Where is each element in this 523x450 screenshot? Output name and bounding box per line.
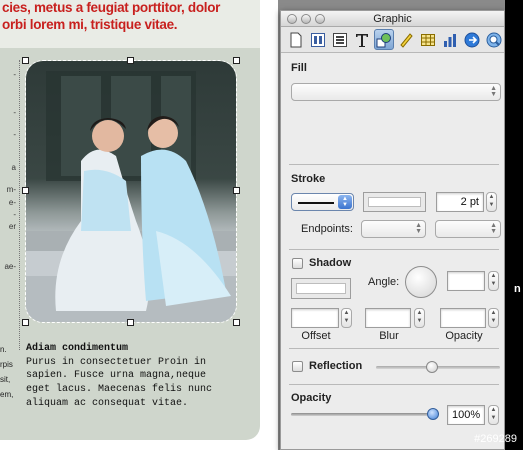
resize-handle-top[interactable] bbox=[127, 57, 134, 64]
reflection-slider-track[interactable] bbox=[376, 366, 500, 369]
separator bbox=[289, 164, 499, 165]
resize-handle-bottom-right[interactable] bbox=[233, 319, 240, 326]
left-column-text: em, bbox=[0, 390, 14, 399]
heading-line-2: orbi lorem mi, tristique vitae. bbox=[2, 17, 178, 32]
edge-text: - bbox=[13, 70, 16, 79]
opacity-stepper[interactable]: ▲ ▼ bbox=[488, 405, 499, 425]
background-text: n bbox=[514, 283, 521, 295]
title-bar[interactable]: Graphic bbox=[281, 11, 504, 27]
shadow-checkbox[interactable] bbox=[292, 258, 303, 269]
chart-icon[interactable] bbox=[440, 29, 460, 50]
shadow-opacity-label: Opacity bbox=[445, 330, 483, 342]
quicktime-icon[interactable] bbox=[484, 29, 504, 50]
resize-handle-top-left[interactable] bbox=[22, 57, 29, 64]
graphic-icon[interactable] bbox=[374, 29, 394, 50]
caption-line: sapien. Fusce urna magna,neque bbox=[26, 370, 207, 381]
edge-text: - bbox=[13, 130, 16, 139]
metrics-icon[interactable] bbox=[396, 29, 416, 50]
document-page: cies, metus a feugiat porttitor, dolor o… bbox=[0, 0, 260, 440]
stroke-width-stepper[interactable]: ▲ ▼ bbox=[486, 192, 497, 212]
edge-text: er bbox=[8, 222, 16, 231]
color-swatch bbox=[296, 283, 346, 294]
photo-image bbox=[26, 61, 236, 322]
selected-photo[interactable] bbox=[25, 60, 237, 323]
opacity-slider-track[interactable] bbox=[291, 413, 439, 416]
separator bbox=[289, 348, 499, 349]
left-column-text: rpis bbox=[0, 360, 13, 369]
edge-text: e- bbox=[8, 198, 16, 207]
popup-arrows-icon: ▲ ▼ bbox=[415, 222, 422, 235]
blur-stepper[interactable]: ▲ ▼ bbox=[414, 308, 425, 328]
inspector-toolbar bbox=[281, 27, 504, 53]
end-endpoint-popup[interactable]: ▲ ▼ bbox=[435, 220, 501, 238]
opacity-field[interactable]: 100% bbox=[447, 405, 485, 425]
resize-handle-right[interactable] bbox=[233, 187, 240, 194]
offset-label: Offset bbox=[301, 330, 331, 342]
edge-text: ae- bbox=[4, 262, 16, 271]
color-swatch bbox=[368, 197, 421, 207]
reflection-label: Reflection bbox=[309, 360, 363, 372]
watermark: #269289 bbox=[474, 433, 517, 445]
shadow-label: Shadow bbox=[309, 257, 352, 269]
endpoints-label: Endpoints: bbox=[301, 223, 353, 235]
shadow-color-well[interactable] bbox=[291, 278, 351, 299]
left-column-text: n. bbox=[0, 345, 7, 354]
window-background bbox=[505, 0, 523, 450]
stroke-label: Stroke bbox=[291, 173, 326, 185]
caption-title: Adiam condimentum bbox=[26, 343, 129, 354]
popup-arrows-icon: ▲ ▼ bbox=[490, 85, 497, 98]
stroke-width-field[interactable]: 2 pt bbox=[436, 192, 484, 212]
stroke-line-preview bbox=[298, 202, 334, 204]
edge-text: a bbox=[11, 163, 16, 172]
separator bbox=[289, 384, 499, 385]
fill-label: Fill bbox=[291, 62, 307, 74]
hyperlink-icon[interactable] bbox=[462, 29, 482, 50]
popup-arrows-icon: ▲ ▼ bbox=[490, 222, 497, 235]
angle-label: Angle: bbox=[368, 276, 400, 288]
heading-line-1: cies, metus a feugiat porttitor, dolor bbox=[2, 0, 221, 15]
document-icon[interactable] bbox=[286, 29, 306, 50]
blur-field[interactable] bbox=[365, 308, 411, 328]
opacity-slider-knob[interactable] bbox=[427, 408, 439, 420]
resize-handle-bottom[interactable] bbox=[127, 319, 134, 326]
caption-line: aliquam ac consequat vitae. bbox=[26, 398, 189, 409]
popup-arrows-icon: ▲ ▼ bbox=[338, 195, 352, 209]
caption-line: eget lacus. Maecenas felis nunc bbox=[26, 384, 213, 395]
graphic-inspector[interactable]: Graphic Fill ▲ ▼ Stroke ▲ ▼ 2 pt ▲ ▼ End… bbox=[280, 10, 505, 450]
resize-handle-top-right[interactable] bbox=[233, 57, 240, 64]
left-column-text: sit, bbox=[0, 375, 11, 384]
start-endpoint-popup[interactable]: ▲ ▼ bbox=[361, 220, 426, 238]
window-title: Graphic bbox=[373, 13, 412, 25]
stroke-color-well[interactable] bbox=[363, 192, 426, 212]
opacity-label: Opacity bbox=[291, 392, 332, 404]
resize-handle-left[interactable] bbox=[22, 187, 29, 194]
shadow-opacity-stepper[interactable]: ▲ ▼ bbox=[488, 308, 499, 328]
angle-wheel[interactable] bbox=[405, 266, 437, 298]
layout-icon[interactable] bbox=[308, 29, 328, 50]
wrap-icon[interactable] bbox=[330, 29, 350, 50]
shadow-opacity-field[interactable] bbox=[440, 308, 486, 328]
fill-type-popup[interactable]: ▲ ▼ bbox=[291, 83, 501, 101]
caption-line: Purus in consectetuer Proin in bbox=[26, 357, 207, 368]
edge-text: - bbox=[13, 210, 16, 219]
reflection-checkbox[interactable] bbox=[292, 361, 303, 372]
document-canvas[interactable]: cies, metus a feugiat porttitor, dolor o… bbox=[0, 0, 278, 450]
angle-stepper[interactable]: ▲ ▼ bbox=[488, 271, 499, 291]
reflection-slider-knob[interactable] bbox=[425, 361, 438, 373]
table-icon[interactable] bbox=[418, 29, 438, 50]
separator bbox=[289, 249, 499, 250]
blur-label: Blur bbox=[379, 330, 399, 342]
angle-field[interactable] bbox=[447, 271, 485, 291]
stroke-style-popup[interactable]: ▲ ▼ bbox=[291, 193, 354, 211]
resize-handle-bottom-left[interactable] bbox=[22, 319, 29, 326]
offset-field[interactable] bbox=[291, 308, 339, 328]
offset-stepper[interactable]: ▲ ▼ bbox=[341, 308, 352, 328]
text-icon[interactable] bbox=[352, 29, 372, 50]
edge-text: - bbox=[13, 108, 16, 117]
edge-text: m- bbox=[6, 185, 16, 194]
